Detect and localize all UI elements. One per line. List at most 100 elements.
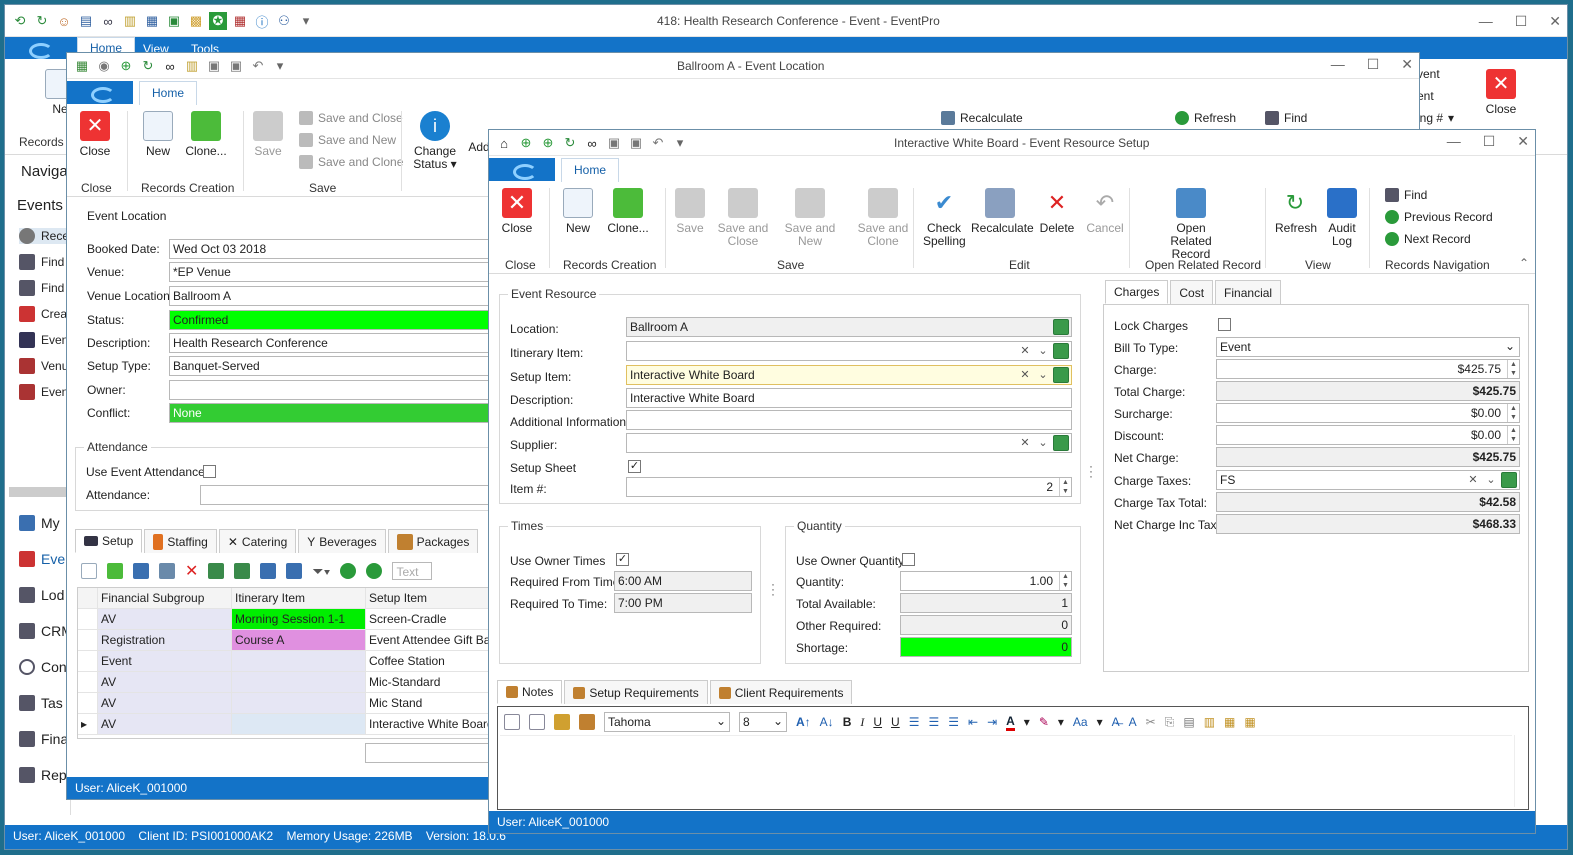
- use-attendance-checkbox[interactable]: [203, 465, 216, 478]
- charge-value[interactable]: FS ✕ ⌄: [1216, 470, 1520, 490]
- cut-icon[interactable]: ✂: [1146, 715, 1156, 729]
- table-row[interactable]: AV Morning Session 1-1 Screen-Cradle: [78, 609, 490, 630]
- delete-icon[interactable]: ✕: [185, 561, 198, 581]
- underline-icon[interactable]: U: [873, 715, 882, 729]
- editor-scrollbar[interactable]: [1514, 735, 1528, 807]
- table-cell[interactable]: Interactive White Board: [366, 714, 490, 734]
- spin-icon[interactable]: ▲ ▼: [1059, 478, 1071, 496]
- loc-field-value[interactable]: *EP Venue: [169, 262, 493, 282]
- charge-value[interactable]: $425.75 ▲ ▼: [1216, 359, 1520, 379]
- table-cell[interactable]: Event Attendee Gift Bag: [366, 630, 490, 650]
- main-app-menu[interactable]: [5, 37, 75, 59]
- refresh-icon[interactable]: ↻: [561, 134, 579, 152]
- location-field[interactable]: Ballroom A: [626, 317, 1072, 337]
- loc-save-close-button[interactable]: Save and Close: [299, 111, 403, 125]
- row-selector[interactable]: ▸: [78, 714, 98, 734]
- circle-icon[interactable]: ◉: [95, 57, 113, 75]
- supplier-field[interactable]: ✕ ⌄: [626, 433, 1072, 453]
- res-next-button[interactable]: Next Record: [1385, 232, 1471, 246]
- bullet-list-icon[interactable]: ☰: [909, 715, 920, 729]
- loc-clone-button[interactable]: Clone...: [183, 111, 229, 158]
- res-save-button[interactable]: Save: [675, 188, 705, 235]
- refresh-icon[interactable]: ↻: [33, 12, 51, 30]
- up-arrow-icon[interactable]: [340, 563, 357, 579]
- link2-icon[interactable]: [286, 563, 303, 579]
- grid-header-cell[interactable]: Setup Item: [366, 588, 490, 608]
- table-row[interactable]: AV Mic-Standard: [78, 672, 490, 693]
- module-contacts[interactable]: Con: [19, 659, 67, 675]
- table-row[interactable]: ▸ AV Interactive White Board: [78, 714, 490, 735]
- res-delete-button[interactable]: ✕ Delete: [1037, 188, 1077, 235]
- tab-client-requirements[interactable]: Client Requirements: [709, 680, 853, 704]
- grid-header-cell[interactable]: Financial Subgroup: [98, 588, 232, 608]
- font-select[interactable]: Tahoma ⌄: [604, 712, 730, 732]
- lookup-icon[interactable]: [1053, 367, 1069, 383]
- table-row[interactable]: AV Mic Stand: [78, 693, 490, 714]
- grid-header-cell[interactable]: Itinerary Item: [232, 588, 366, 608]
- module-crm[interactable]: CRM: [19, 623, 73, 639]
- tab-beverages[interactable]: Y Beverages: [298, 529, 386, 553]
- tab-packages[interactable]: Packages: [387, 529, 479, 553]
- close-icon[interactable]: ✕: [1401, 56, 1413, 73]
- spin-icon[interactable]: ▲ ▼: [1507, 404, 1519, 422]
- loc-field-value[interactable]: Health Research Conference: [169, 333, 493, 353]
- loc-find-button[interactable]: Find: [1265, 111, 1307, 125]
- calendar-icon[interactable]: ▦: [231, 12, 249, 30]
- res-save-and-new-button[interactable]: Save and New: [773, 188, 847, 248]
- decrease-indent-icon[interactable]: ⇤: [968, 715, 978, 729]
- sidebar-item-event[interactable]: Event: [19, 332, 72, 348]
- tab-staffing[interactable]: Staffing: [144, 529, 217, 553]
- module-lodging[interactable]: Lod: [19, 587, 64, 603]
- minimize-icon[interactable]: —: [1331, 56, 1345, 73]
- tab-cost[interactable]: Cost: [1170, 280, 1214, 304]
- copy-icon[interactable]: [234, 563, 251, 579]
- lock-charges-checkbox[interactable]: [1218, 318, 1231, 331]
- resource-tab-home[interactable]: Home: [561, 158, 620, 182]
- table-cell[interactable]: Mic Stand: [366, 693, 490, 713]
- tab-setup[interactable]: Setup: [75, 529, 143, 553]
- close-icon[interactable]: ✕: [1517, 133, 1529, 150]
- note-icon[interactable]: ▥: [121, 12, 139, 30]
- table-cell[interactable]: Screen-Cradle: [366, 609, 490, 629]
- quantity-field[interactable]: 1.00 ▲ ▼: [900, 571, 1072, 591]
- loc-save-button[interactable]: Save: [253, 111, 283, 158]
- loc-new-button[interactable]: New: [143, 111, 173, 158]
- insert-icon[interactable]: ▦: [1224, 715, 1235, 729]
- paste-special-icon[interactable]: ▥: [1204, 715, 1215, 729]
- table-cell[interactable]: AV: [98, 672, 232, 692]
- close-icon[interactable]: ✕: [1549, 13, 1561, 30]
- table-cell[interactable]: [232, 672, 366, 692]
- loc-close-button[interactable]: ✕ Close: [79, 111, 111, 158]
- res-save-and-close-button[interactable]: Save and Close: [717, 188, 769, 248]
- grid-icon[interactable]: [159, 563, 175, 579]
- res-open-related-record-button[interactable]: Open Related Record: [1157, 188, 1225, 261]
- multilevel-list-icon[interactable]: ☰: [948, 715, 959, 729]
- spin-icon[interactable]: ▲ ▼: [1507, 426, 1519, 444]
- table-cell[interactable]: [232, 714, 366, 734]
- table-cell[interactable]: Course A: [232, 630, 366, 650]
- lookup-icon[interactable]: [1501, 472, 1517, 488]
- chevron-down-icon[interactable]: ⌄: [1035, 367, 1051, 383]
- lookup-icon[interactable]: [1053, 343, 1069, 359]
- grid-icon[interactable]: ▦: [73, 57, 91, 75]
- row-selector[interactable]: [78, 651, 98, 671]
- res-check-spelling-button[interactable]: ✔ Check Spelling: [923, 188, 966, 248]
- grid-search-input[interactable]: Text: [392, 562, 433, 580]
- table-cell[interactable]: AV: [98, 693, 232, 713]
- save-all-icon[interactable]: ▣: [227, 57, 245, 75]
- res-cancel-button[interactable]: ↶ Cancel: [1085, 188, 1125, 235]
- undo-icon[interactable]: ↶: [249, 57, 267, 75]
- numbered-list-icon[interactable]: ☰: [928, 715, 939, 729]
- insert2-icon[interactable]: ▦: [1244, 715, 1255, 729]
- clear-format-icon[interactable]: A̶: [1112, 715, 1120, 729]
- description-field[interactable]: Interactive White Board: [626, 388, 1072, 408]
- up-icon[interactable]: ⊕: [117, 57, 135, 75]
- res-clone-button[interactable]: Clone...: [603, 188, 653, 235]
- shrink-font-icon[interactable]: A↓: [820, 715, 834, 729]
- up-icon[interactable]: ⊕: [517, 134, 535, 152]
- change-case-icon[interactable]: Aa: [1073, 715, 1088, 729]
- qat-dropdown-icon[interactable]: ▾: [271, 57, 289, 75]
- table-cell[interactable]: Coffee Station: [366, 651, 490, 671]
- table-cell[interactable]: Morning Session 1-1: [232, 609, 366, 629]
- tab-charges[interactable]: Charges: [1105, 280, 1169, 304]
